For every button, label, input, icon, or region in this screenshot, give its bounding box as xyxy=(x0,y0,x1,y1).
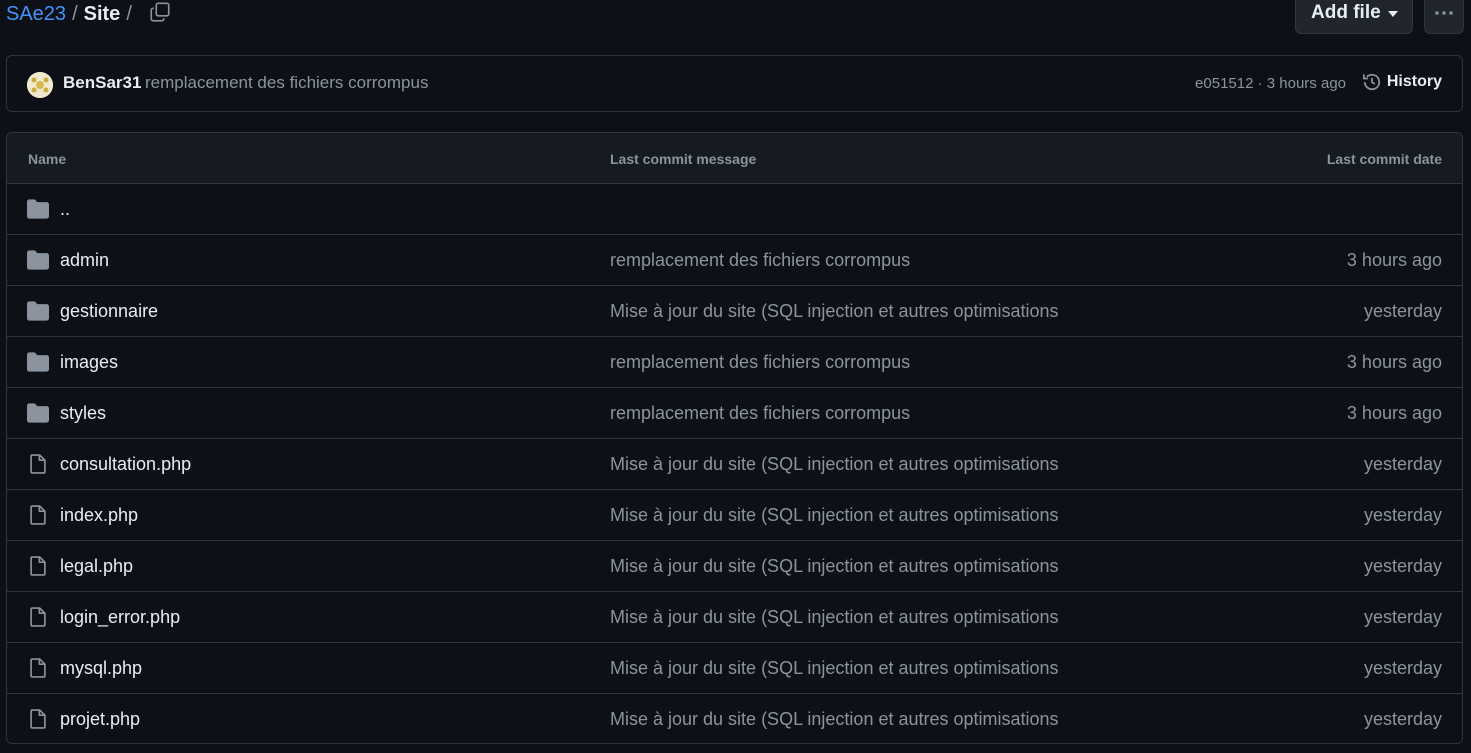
table-row[interactable]: login_error.php Mise à jour du site (SQL … xyxy=(7,592,1462,643)
folder-link[interactable]: .. xyxy=(60,199,70,220)
commit-message-link[interactable]: remplacement des fichiers corrompus xyxy=(145,73,428,93)
file-icon xyxy=(27,555,49,577)
file-link[interactable]: login_error.php xyxy=(60,607,180,628)
folder-icon xyxy=(27,351,49,373)
commit-date: yesterday xyxy=(1363,505,1442,525)
file-link[interactable]: projet.php xyxy=(60,709,140,730)
file-link[interactable]: index.php xyxy=(60,505,138,526)
latest-commit-box: BenSar31 remplacement des fichiers corro… xyxy=(6,55,1463,112)
breadcrumb-separator: / xyxy=(72,3,78,25)
table-row[interactable]: projet.php Mise à jour du site (SQL injec… xyxy=(7,694,1462,743)
table-header: Name Last commit message Last commit dat… xyxy=(7,133,1462,184)
file-link[interactable]: mysql.php xyxy=(60,658,142,679)
commit-message-link[interactable]: Mise à jour du site (SQL injection et au… xyxy=(610,301,1059,322)
commit-date: yesterday xyxy=(1363,658,1442,678)
commit-date: yesterday xyxy=(1363,709,1442,729)
commit-date: yesterday xyxy=(1363,556,1442,576)
breadcrumb-trailing-separator: / xyxy=(126,3,132,25)
table-row[interactable]: styles remplacement des fichiers corrompu… xyxy=(7,388,1462,439)
chevron-down-icon xyxy=(1388,11,1398,17)
folder-link[interactable]: images xyxy=(60,352,118,373)
file-icon xyxy=(27,453,49,475)
folder-link[interactable]: styles xyxy=(60,403,106,424)
folder-icon xyxy=(27,402,49,424)
table-row[interactable]: consultation.php Mise à jour du site (SQL… xyxy=(7,439,1462,490)
table-row[interactable]: legal.php Mise à jour du site (SQL inject… xyxy=(7,541,1462,592)
commit-message-link[interactable]: Mise à jour du site (SQL injection et au… xyxy=(610,505,1059,526)
history-icon xyxy=(1362,73,1380,91)
identicon-icon xyxy=(27,72,53,98)
commit-message-link[interactable]: Mise à jour du site (SQL injection et au… xyxy=(610,454,1059,475)
commit-date: 3 hours ago xyxy=(1346,352,1442,372)
breadcrumb-repo-link[interactable]: SAe23 xyxy=(6,2,66,26)
history-label: History xyxy=(1386,73,1442,90)
commit-message-link[interactable]: Mise à jour du site (SQL injection et au… xyxy=(610,658,1059,679)
file-icon xyxy=(27,657,49,679)
file-icon xyxy=(27,708,49,730)
commit-date: 3 hours ago xyxy=(1346,250,1442,270)
column-header-commit-message: Last commit message xyxy=(610,151,757,167)
copy-path-button[interactable] xyxy=(148,0,172,24)
file-navigation-bar: SAe23 / Site / Add file xyxy=(0,0,1471,40)
folder-icon xyxy=(27,249,49,271)
folder-link[interactable]: gestionnaire xyxy=(60,301,158,322)
commit-date: yesterday xyxy=(1363,454,1442,474)
folder-icon xyxy=(27,198,49,220)
commit-message-link[interactable]: remplacement des fichiers corrompus xyxy=(610,403,910,424)
commit-date: yesterday xyxy=(1363,607,1442,627)
column-header-name: Name xyxy=(28,151,67,167)
add-file-label: Add file xyxy=(1311,2,1381,23)
table-row[interactable]: gestionnaire Mise à jour du site (SQL inj… xyxy=(7,286,1462,337)
file-table: Name Last commit message Last commit dat… xyxy=(6,132,1463,744)
commit-message-link[interactable]: Mise à jour du site (SQL injection et au… xyxy=(610,607,1059,628)
commit-message-link[interactable]: remplacement des fichiers corrompus xyxy=(610,250,910,271)
file-link[interactable]: legal.php xyxy=(60,556,133,577)
column-header-commit-date: Last commit date xyxy=(1326,151,1442,167)
commit-author-link[interactable]: BenSar31 xyxy=(63,73,141,93)
add-file-button[interactable]: Add file xyxy=(1295,0,1413,34)
breadcrumb-current-folder: Site xyxy=(83,3,121,25)
file-icon xyxy=(27,606,49,628)
file-icon xyxy=(27,504,49,526)
commit-message-link[interactable]: Mise à jour du site (SQL injection et au… xyxy=(610,709,1059,730)
table-row[interactable]: index.php Mise à jour du site (SQL inject… xyxy=(7,490,1462,541)
breadcrumb: SAe23 / Site / xyxy=(6,2,132,26)
folder-link[interactable]: admin xyxy=(60,250,109,271)
copy-icon xyxy=(150,2,170,22)
commit-date: yesterday xyxy=(1363,301,1442,321)
commit-date: 3 hours ago xyxy=(1346,403,1442,423)
table-row[interactable]: .. xyxy=(7,184,1462,235)
folder-icon xyxy=(27,300,49,322)
more-options-button[interactable] xyxy=(1424,0,1464,34)
file-link[interactable]: consultation.php xyxy=(60,454,191,475)
kebab-horizontal-icon xyxy=(1435,11,1453,15)
table-row[interactable]: mysql.php Mise à jour du site (SQL inject… xyxy=(7,643,1462,694)
table-row[interactable]: admin remplacement des fichiers corrompus… xyxy=(7,235,1462,286)
avatar[interactable] xyxy=(27,72,53,98)
history-button[interactable]: History xyxy=(1362,72,1442,92)
commit-message-link[interactable]: Mise à jour du site (SQL injection et au… xyxy=(610,556,1059,577)
commit-message-link[interactable]: remplacement des fichiers corrompus xyxy=(610,352,910,373)
table-row[interactable]: images remplacement des fichiers corrompu… xyxy=(7,337,1462,388)
commit-hash-and-time[interactable]: e051512 · 3 hours ago xyxy=(1195,75,1346,92)
